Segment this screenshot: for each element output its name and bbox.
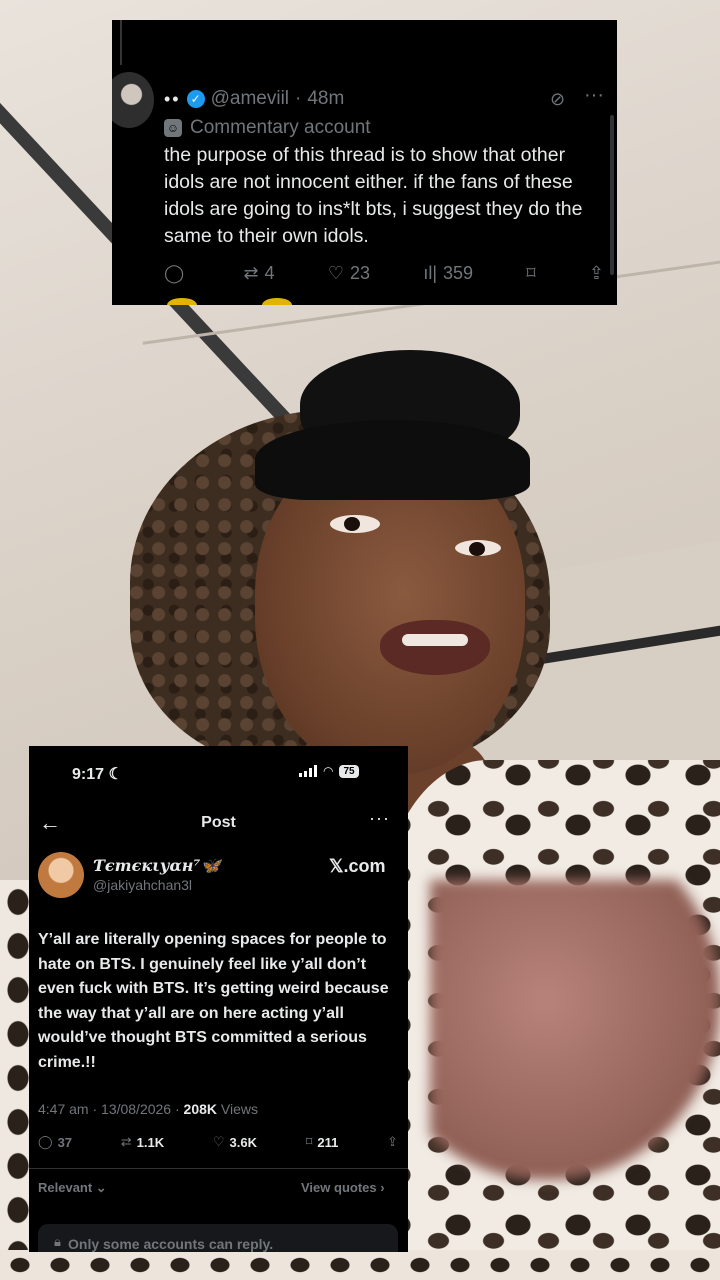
views-label: Views xyxy=(217,1101,258,1117)
grok-icon[interactable]: ⊘ xyxy=(550,90,568,108)
verified-icon: ✓ xyxy=(186,90,205,108)
post-meta: 4:47 am · 13/08/2026 · 208K Views xyxy=(38,1101,258,1117)
heart-icon: ♡ xyxy=(212,1134,225,1149)
author-handle[interactable]: @jakiyahchan3l xyxy=(93,877,192,893)
reply-button[interactable]: ◯ xyxy=(164,263,190,284)
account-label-text: Commentary account xyxy=(190,117,371,138)
blurred-hand xyxy=(430,880,720,1180)
views-count: 208K xyxy=(183,1101,218,1117)
handle[interactable]: @ameviil xyxy=(211,88,289,110)
reply-icon: ◯ xyxy=(38,1134,53,1149)
share-icon: ⇪ xyxy=(588,262,604,283)
handle-dots: •• xyxy=(164,88,181,109)
reply-restriction-box: 🔒︎ Only some accounts can reply. xyxy=(38,1224,398,1252)
reply-button[interactable]: ◯ 37 xyxy=(38,1134,72,1150)
headband xyxy=(255,420,530,500)
repost-button[interactable]: ⇄ 4 xyxy=(243,263,274,284)
reply-count: 37 xyxy=(57,1134,73,1150)
status-time-text: 9:17 xyxy=(72,766,105,783)
like-button[interactable]: ♡ 23 xyxy=(328,263,370,284)
tweet-actions: ◯ ⇄ 4 ♡ 23 ıl| 359 ⌑ ⇪ xyxy=(164,260,604,286)
repost-count: 1.1K xyxy=(136,1134,165,1150)
post-actions: ◯ 37 ⇄ 1.1K ♡ 3.6K ⌑ 211 ⇪ xyxy=(38,1134,398,1150)
moon-icon: ☾ xyxy=(108,766,123,783)
views-icon: ıl| xyxy=(423,262,438,283)
status-time: 9:17 ☾ xyxy=(72,764,123,784)
phone-post-screenshot: 9:17 ☾ ◠ 75 ← Post ··· Ƭєтєкιуαн⁷🦋 @jaki… xyxy=(29,746,408,1252)
battery-icon: 75 xyxy=(339,764,359,778)
like-count: 3.6K xyxy=(229,1134,257,1150)
bookmark-icon: ⌑ xyxy=(305,1134,313,1149)
repost-count: 4 xyxy=(264,262,275,283)
author-avatar[interactable] xyxy=(38,852,84,898)
repost-icon: ⇄ xyxy=(243,262,259,283)
author-name[interactable]: Ƭєтєкιуαн⁷🦋 xyxy=(93,856,220,875)
signal-icon xyxy=(299,765,317,777)
page-title: Post xyxy=(201,814,236,831)
status-icons: ◠ 75 xyxy=(299,764,359,778)
separator: · xyxy=(295,88,302,109)
divider xyxy=(29,1168,408,1169)
status-bar: 9:17 ☾ ◠ 75 xyxy=(29,746,408,798)
mouth xyxy=(380,620,490,675)
scrollbar[interactable] xyxy=(610,115,614,275)
theater-mask-icon: ☺ xyxy=(164,119,182,137)
lock-icon: 🔒︎ xyxy=(54,1234,61,1249)
x-watermark: 𝕏.com xyxy=(329,856,386,876)
post-timestamp: 4:47 am · 13/08/2026 · xyxy=(38,1101,184,1117)
bookmark-count: 211 xyxy=(317,1134,339,1150)
more-icon[interactable]: ··· xyxy=(584,84,604,107)
avatar[interactable] xyxy=(112,72,154,152)
bookmark-button[interactable]: ⌑ 211 xyxy=(306,1134,339,1150)
bookmark-button[interactable]: ⌑ xyxy=(526,263,535,284)
thread-line xyxy=(120,20,122,65)
left-eye xyxy=(330,515,380,533)
bookmark-icon: ⌑ xyxy=(526,262,536,283)
views-count: 359 xyxy=(443,262,474,283)
timestamp[interactable]: 48m xyxy=(307,88,344,110)
robe-bottom xyxy=(0,1250,720,1280)
share-button[interactable]: ⇪ xyxy=(589,263,604,284)
right-eye xyxy=(455,540,501,556)
previous-tweet-actions-cut xyxy=(112,20,617,50)
repost-icon: ⇄ xyxy=(120,1134,132,1149)
share-icon: ⇪ xyxy=(387,1134,398,1149)
tweet-header: •• ✓ @ameviil · 48m xyxy=(164,86,344,112)
avatar-image xyxy=(112,72,154,128)
tweet-text: the purpose of this thread is to show th… xyxy=(164,144,583,247)
reply-restriction-text: Only some accounts can reply. xyxy=(68,1236,274,1252)
heart-icon: ♡ xyxy=(327,262,344,283)
reply-icon: ◯ xyxy=(164,262,185,283)
repost-button[interactable]: ⇄ 1.1K xyxy=(121,1134,164,1150)
top-tweet-screenshot: •• ✓ @ameviil · 48m ⊘ ··· ☺ Commentary a… xyxy=(112,20,617,305)
share-button[interactable]: ⇪ xyxy=(387,1134,398,1150)
account-label: ☺ Commentary account xyxy=(164,117,371,139)
post-nav-bar: ← Post ··· xyxy=(29,806,408,842)
views-button[interactable]: ıl| 359 xyxy=(423,263,473,284)
like-count: 23 xyxy=(350,262,371,283)
wifi-icon: ◠ xyxy=(323,764,334,778)
post-text: Y’all are literally opening spaces for p… xyxy=(38,931,389,1071)
more-icon[interactable]: ··· xyxy=(369,808,390,829)
like-button[interactable]: ♡ 3.6K xyxy=(213,1134,257,1150)
sort-dropdown[interactable]: Relevant ⌄ xyxy=(38,1180,107,1196)
next-tweet-cut xyxy=(112,296,617,305)
view-quotes-link[interactable]: View quotes › xyxy=(301,1180,385,1195)
